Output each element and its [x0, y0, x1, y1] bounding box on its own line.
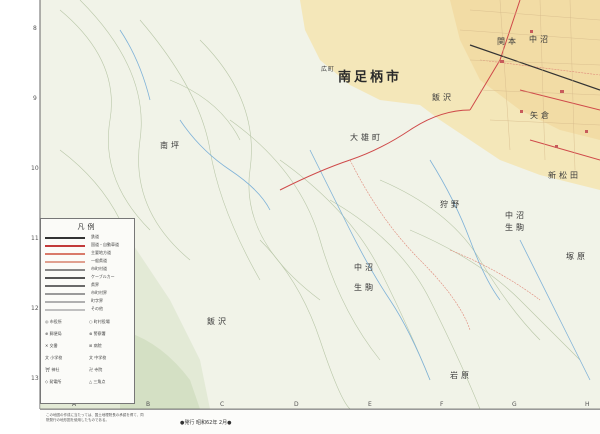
legend-symbol-entry: ⊕ 郵便局	[45, 331, 62, 336]
legend-row-label: 一般県道	[91, 258, 107, 263]
place-ikoma-1: 生駒	[505, 222, 527, 232]
grid-num-12: 12	[31, 305, 39, 312]
legend-symbol-entry: 卍 寺院	[89, 367, 103, 372]
legend-line-swatch	[45, 277, 85, 279]
legend-row-label: 鉄道	[91, 234, 99, 239]
legend-symbol-entry: ✕ 交番	[45, 343, 58, 348]
legend-symbol-entry: ⛩ 神社	[45, 367, 60, 372]
grid-letter-d: D	[294, 401, 299, 408]
place-nakanuma-2: 中沼	[354, 262, 376, 272]
legend-title: 凡例	[77, 223, 98, 231]
grid-num-11: 11	[31, 235, 39, 242]
footer-note: この地図の作成に当たっては、国土地理院長の承認を得て、同院発行の地形図を使用した…	[46, 413, 144, 422]
grid-num-10: 10	[31, 165, 39, 172]
legend-symbol-entry: 文 小学校	[45, 355, 63, 360]
map-footer: この地図の作成に当たっては、国土地理院長の承認を得て、同院発行の地形図を使用した…	[40, 409, 600, 434]
city-label: 南足柄市	[338, 69, 402, 85]
legend-row: 国道・自動車道	[45, 242, 131, 249]
legend-row: 鉄道	[45, 234, 131, 241]
place-hirocho: 広町	[321, 65, 335, 73]
legend-symbol-entry: ◇ 発電所	[45, 379, 62, 384]
grid-letter-h: H	[585, 401, 590, 408]
place-iwahara: 岩原	[450, 370, 472, 380]
map-page: 南足柄市 広町 飯沢 大雄町 南坪 狩野 中沼 生駒 中沼 生駒 塚原 飯沢 関…	[0, 0, 600, 434]
legend-row-label: 町字界	[91, 298, 103, 303]
place-shinmatsuda: 新松田	[548, 170, 581, 180]
legend-row-label: その他	[91, 306, 103, 311]
place-tsukahara: 塚原	[566, 252, 588, 261]
place-yagura: 矢倉	[530, 110, 552, 120]
grid-letter-b: B	[146, 401, 150, 408]
place-iizawa: 飯沢	[207, 316, 229, 326]
grid-letter-e: E	[368, 401, 372, 408]
legend-row-label: 国道・自動車道	[91, 242, 119, 247]
legend-line-swatch	[45, 245, 85, 247]
place-kokuzawa: 飯沢	[432, 92, 454, 102]
legend-row: ケーブルカー	[45, 274, 131, 281]
grid-letter-g: G	[512, 401, 517, 408]
grid-num-8: 8	[33, 25, 37, 32]
legend-row: 市町村道	[45, 266, 131, 273]
place-kariyano: 狩野	[440, 199, 462, 209]
legend-line-swatch	[45, 285, 85, 287]
grid-num-9: 9	[33, 95, 37, 102]
legend-symbol-entry: △ 三角点	[89, 379, 106, 384]
legend-line-swatch	[45, 293, 85, 295]
legend-line-swatch	[45, 269, 85, 271]
grid-letter-c: C	[220, 401, 224, 408]
place-ikoma-2: 生駒	[354, 282, 376, 292]
legend-row: 一般県道	[45, 258, 131, 265]
legend-row-label: ケーブルカー	[91, 274, 115, 279]
place-nakanuma-top: 中沼	[529, 34, 551, 44]
legend-row: 主要地方道	[45, 250, 131, 257]
legend-symbol-entry: ○ 町村役場	[89, 319, 110, 324]
legend-line-swatch	[45, 261, 85, 263]
grid-num-13: 13	[31, 375, 39, 382]
place-nakanuma-label: 中沼	[505, 210, 527, 220]
legend-line-swatch	[45, 301, 85, 303]
legend-symbol-entry: ⊞ 病院	[89, 343, 102, 348]
legend-row-label: 市町村界	[91, 290, 107, 295]
grid-letter-f: F	[440, 401, 444, 408]
legend-line-swatch	[45, 237, 85, 239]
place-sekimoto: 関本	[497, 36, 519, 46]
legend-row: 町字界	[45, 298, 131, 305]
legend-symbol-entry: 文 中学校	[89, 355, 107, 360]
legend-row-label: 主要地方道	[91, 250, 111, 255]
place-daiyucho: 大雄町	[350, 132, 383, 142]
legend-line-swatch	[45, 309, 85, 311]
legend-row: 県界	[45, 282, 131, 289]
place-minamihira: 南坪	[160, 140, 182, 150]
legend-symbol-entry: ◎ 市役所	[45, 319, 62, 324]
legend-panel: 凡例 鉄道国道・自動車道 主要地方道一般県道市町村道ケーブルカー 県界市町村界町字界…	[40, 218, 135, 404]
footer-code: ●発行 昭和62年 2月●	[180, 420, 232, 426]
legend-row-label: 市町村道	[91, 266, 107, 271]
legend-row: その他	[45, 306, 131, 313]
legend-row: 市町村界	[45, 290, 131, 297]
legend-symbol-entry: ⊗ 警察署	[89, 331, 106, 336]
legend-row-label: 県界	[91, 282, 99, 287]
legend-line-swatch	[45, 253, 85, 255]
